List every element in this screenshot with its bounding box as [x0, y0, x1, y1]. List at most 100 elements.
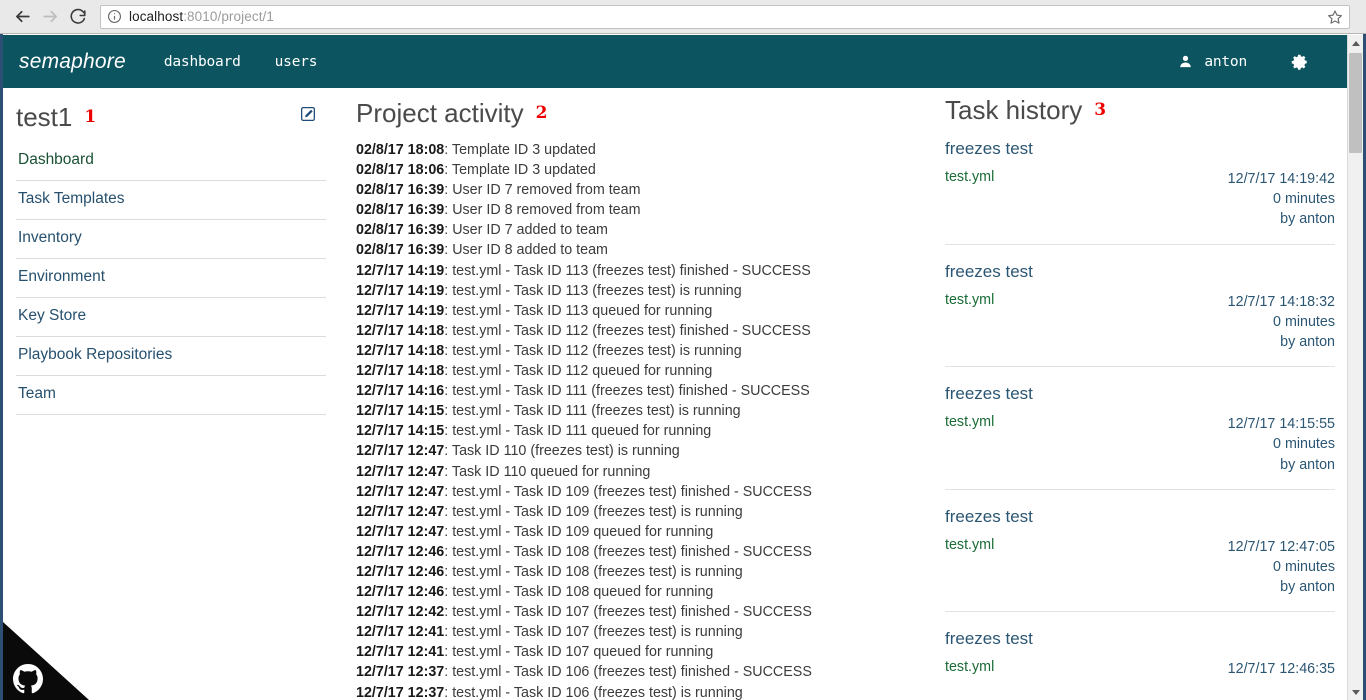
sidebar-item-label[interactable]: Playbook Repositories [18, 346, 172, 363]
edit-pencil-icon[interactable] [300, 106, 316, 122]
page-scrollbar[interactable] [1347, 35, 1363, 700]
activity-log-row: 02/8/17 18:06: Template ID 3 updated [356, 160, 916, 180]
sidebar-item-label[interactable]: Environment [18, 268, 105, 285]
nav-link-dashboard[interactable]: dashboard [164, 54, 241, 70]
back-arrow-icon[interactable] [8, 3, 36, 31]
activity-row-time: 12/7/17 12:47 [356, 443, 445, 460]
task-history-item-file-link[interactable]: test.yml [945, 659, 994, 679]
activity-log-row: 12/7/17 14:18: test.yml - Task ID 112 qu… [356, 361, 916, 381]
activity-row-text: : test.yml - Task ID 113 (freezes test) … [444, 262, 811, 279]
nav-link-users[interactable]: users [275, 54, 318, 70]
activity-log-row: 02/8/17 16:39: User ID 8 added to team [356, 240, 916, 260]
activity-row-time: 12/7/17 12:47 [356, 463, 445, 480]
task-history-item-file-link[interactable]: test.yml [945, 537, 994, 598]
browser-toolbar: localhost:8010/project/1 [0, 0, 1366, 34]
sidebar-item-label[interactable]: Inventory [18, 229, 82, 246]
gear-icon[interactable] [1291, 53, 1309, 71]
activity-row-time: 12/7/17 14:18 [356, 363, 445, 380]
activity-row-time: 12/7/17 14:18 [356, 342, 445, 359]
activity-log-row: 12/7/17 12:37: test.yml - Task ID 106 (f… [356, 662, 916, 682]
sidebar-item-label[interactable]: Team [18, 385, 56, 402]
task-history-item-meta: 12/7/17 12:47:05 0 minutes by anton [1228, 537, 1335, 598]
address-bar[interactable]: localhost:8010/project/1 [100, 4, 1350, 29]
task-history-item: freezes test test.yml 12/7/17 14:15:55 0 mi… [945, 383, 1335, 490]
activity-row-time: 12/7/17 14:19 [356, 302, 445, 319]
task-history-item-name[interactable]: freezes test [945, 628, 1335, 649]
activity-log-row: 02/8/17 16:39: User ID 7 added to team [356, 220, 916, 240]
scroll-down-arrow-icon[interactable] [1348, 684, 1363, 700]
activity-log-row: 12/7/17 12:47: Task ID 110 (freezes test… [356, 441, 916, 461]
activity-row-text: : test.yml - Task ID 108 (freezes test) … [444, 543, 812, 560]
activity-log-row: 12/7/17 12:46: test.yml - Task ID 108 (f… [356, 562, 916, 582]
sidebar-item-inventory[interactable]: Inventory [16, 220, 326, 259]
activity-row-text: : test.yml - Task ID 113 queued for runn… [444, 302, 713, 319]
reload-icon[interactable] [64, 3, 92, 31]
task-history-item-file-link[interactable]: test.yml [945, 292, 994, 353]
task-history-item-author: by anton [1280, 579, 1335, 596]
sidebar-item-label[interactable]: Dashboard [18, 151, 94, 168]
task-history-item-duration: 0 minutes [1273, 191, 1335, 208]
sidebar-item-environment[interactable]: Environment [16, 259, 326, 298]
sidebar-item-label[interactable]: Task Templates [18, 190, 125, 207]
sidebar-item-team[interactable]: Team [16, 376, 326, 415]
project-activity-title-text: Project activity [356, 98, 524, 128]
activity-row-time: 02/8/17 16:39 [356, 242, 445, 259]
task-history-item-name[interactable]: freezes test [945, 506, 1335, 527]
activity-row-text: : test.yml - Task ID 113 (freezes test) … [444, 282, 742, 299]
task-history-item: freezes test test.yml 12/7/17 12:46:35 [945, 628, 1335, 693]
task-history-item-name[interactable]: freezes test [945, 383, 1335, 404]
star-icon[interactable] [1327, 9, 1343, 25]
activity-row-text: : test.yml - Task ID 108 queued for runn… [444, 584, 714, 601]
activity-row-text: : Template ID 3 updated [444, 142, 596, 158]
activity-row-time: 02/8/17 18:06 [356, 162, 445, 179]
task-history-item-author: by anton [1280, 334, 1335, 351]
sidebar-item-playbook-repositories[interactable]: Playbook Repositories [16, 337, 326, 376]
activity-row-text: : User ID 7 added to team [444, 222, 608, 239]
activity-row-text: : Template ID 3 updated [444, 162, 596, 179]
annotation-3: 3 [1094, 100, 1107, 120]
task-history-item-body: test.yml 12/7/17 14:18:32 0 minutes by anto… [945, 292, 1335, 353]
activity-row-time: 12/7/17 14:15 [356, 403, 445, 420]
sidebar-nav-list: Dashboard Task Templates Inventory Envir… [16, 142, 326, 415]
task-history-item-file-link[interactable]: test.yml [945, 414, 994, 475]
sidebar-item-task-templates[interactable]: Task Templates [16, 181, 326, 220]
activity-row-time: 12/7/17 12:37 [356, 684, 445, 700]
page-title: test1 [16, 102, 73, 132]
activity-row-text: : test.yml - Task ID 107 queued for runn… [444, 644, 714, 661]
info-circle-icon[interactable] [107, 9, 122, 24]
url-path: :8010/project/1 [183, 9, 274, 24]
activity-row-time: 02/8/17 16:39 [356, 222, 445, 239]
github-corner-link[interactable] [3, 622, 89, 700]
task-history-item-timestamp: 12/7/17 14:18:32 [1227, 293, 1335, 310]
scrollbar-thumb[interactable] [1349, 53, 1362, 153]
task-history-item-meta: 12/7/17 14:15:55 0 minutes by anton [1228, 414, 1335, 475]
scroll-up-arrow-icon[interactable] [1348, 35, 1363, 51]
activity-log-row: 02/8/17 18:08: Template ID 3 updated [356, 140, 916, 160]
top-navbar: semaphore dashboard users anton [3, 35, 1349, 88]
task-history-item-author: by anton [1280, 211, 1335, 228]
user-name-label[interactable]: anton [1204, 54, 1247, 70]
sidebar-item-label[interactable]: Key Store [18, 307, 86, 324]
activity-row-text: : test.yml - Task ID 108 (freezes test) … [444, 563, 743, 580]
activity-row-time: 12/7/17 14:18 [356, 322, 445, 339]
forward-arrow-icon[interactable] [36, 3, 64, 31]
activity-log-row: 12/7/17 14:15: test.yml - Task ID 111 qu… [356, 421, 916, 441]
activity-row-time: 12/7/17 12:47 [356, 503, 445, 520]
task-history-item-file-link[interactable]: test.yml [945, 169, 994, 230]
activity-log-row: 12/7/17 12:41: test.yml - Task ID 107 qu… [356, 642, 916, 662]
task-history-item-name[interactable]: freezes test [945, 138, 1335, 159]
activity-row-text: : User ID 8 added to team [444, 242, 608, 259]
activity-row-time: 12/7/17 12:42 [356, 604, 445, 621]
url-host: localhost [129, 9, 184, 24]
activity-log-row: 12/7/17 14:18: test.yml - Task ID 112 (f… [356, 341, 916, 361]
brand-logo[interactable]: semaphore [19, 50, 126, 74]
github-octocat-icon[interactable] [13, 664, 43, 694]
activity-log-row: 12/7/17 12:46: test.yml - Task ID 108 (f… [356, 542, 916, 562]
activity-row-time: 12/7/17 12:46 [356, 543, 445, 560]
user-icon [1178, 54, 1193, 69]
task-history-item-name[interactable]: freezes test [945, 261, 1335, 282]
activity-row-text: : Task ID 110 queued for running [444, 463, 651, 480]
sidebar-item-dashboard[interactable]: Dashboard [16, 142, 326, 181]
activity-row-text: : test.yml - Task ID 107 (freezes test) … [444, 604, 812, 621]
sidebar-item-key-store[interactable]: Key Store [16, 298, 326, 337]
